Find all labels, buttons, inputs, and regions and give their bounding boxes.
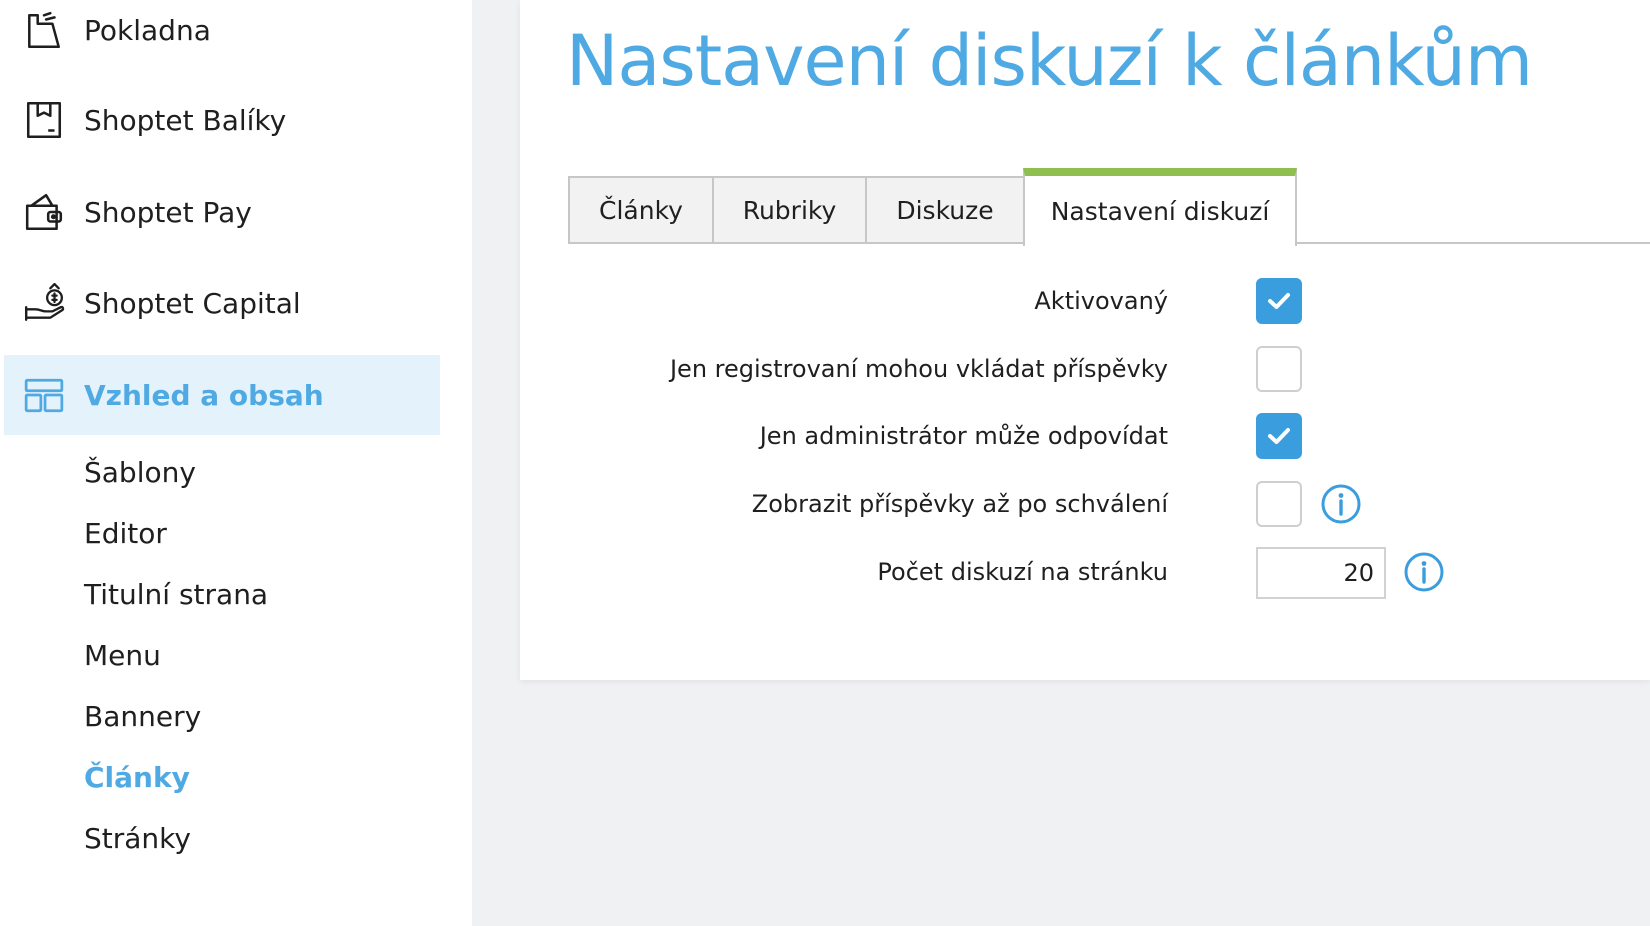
package-icon — [22, 98, 66, 142]
approval-required-checkbox[interactable] — [1256, 481, 1302, 527]
checkmark-icon — [1268, 428, 1290, 444]
sidebar-item-label: Vzhled a obsah — [84, 378, 324, 412]
sidebar-item-shoptet-capital[interactable]: Shoptet Capital — [4, 263, 440, 343]
sidebar-item-shoptet-pay[interactable]: Shoptet Pay — [4, 172, 440, 252]
sidebar-item-label: Pokladna — [84, 13, 211, 47]
sidebar-item-label: Shoptet Pay — [84, 195, 252, 229]
registered-only-checkbox[interactable] — [1256, 346, 1302, 392]
info-icon[interactable] — [1403, 551, 1445, 593]
checkmark-icon — [1268, 293, 1290, 309]
setting-row-aktivovany: Aktivovaný — [520, 278, 1650, 324]
setting-label: Aktivovaný — [1034, 287, 1168, 315]
setting-label: Zobrazit příspěvky až po schválení — [751, 490, 1168, 518]
sidebar-item-shoptet-baliky[interactable]: Shoptet Balíky — [4, 80, 440, 160]
sidebar-subitem-sablony[interactable]: Šablony — [84, 456, 196, 489]
tab-clanky[interactable]: Články — [568, 176, 714, 244]
setting-label: Počet diskuzí na stránku — [877, 558, 1168, 586]
tab-bar: Články Rubriky Diskuze Nastavení diskuzí — [568, 168, 1650, 246]
setting-row-zobrazit-po-schvaleni: Zobrazit příspěvky až po schválení — [520, 481, 1650, 527]
settings-panel: Nastavení diskuzí k článkům Články Rubri… — [520, 0, 1650, 680]
admin-only-reply-checkbox[interactable] — [1256, 413, 1302, 459]
tab-diskuze[interactable]: Diskuze — [865, 176, 1025, 244]
tab-rubriky[interactable]: Rubriky — [712, 176, 867, 244]
page-title: Nastavení diskuzí k článkům — [566, 20, 1533, 102]
activated-checkbox[interactable] — [1256, 278, 1302, 324]
sidebar-subitem-bannery[interactable]: Bannery — [84, 700, 201, 733]
sidebar-subitem-menu[interactable]: Menu — [84, 639, 161, 672]
tab-nastaveni-diskuzi[interactable]: Nastavení diskuzí — [1023, 168, 1297, 246]
cash-register-icon — [22, 8, 66, 52]
setting-label: Jen registrovaní mohou vkládat příspěvky — [669, 355, 1168, 383]
discussions-per-page-input[interactable] — [1256, 547, 1386, 599]
money-hand-icon — [22, 281, 66, 325]
sidebar-subitem-stranky[interactable]: Stránky — [84, 822, 191, 855]
setting-row-pocet-diskuzi: Počet diskuzí na stránku — [520, 547, 1650, 599]
sidebar-item-label: Shoptet Capital — [84, 286, 301, 320]
setting-row-jen-registrovani: Jen registrovaní mohou vkládat příspěvky — [520, 346, 1650, 392]
sidebar-subitem-titulni-strana[interactable]: Titulní strana — [84, 578, 268, 611]
sidebar-subitem-clanky[interactable]: Články — [84, 761, 190, 794]
sidebar-subitem-editor[interactable]: Editor — [84, 517, 167, 550]
sidebar-item-label: Shoptet Balíky — [84, 103, 287, 137]
sidebar-item-vzhled-a-obsah[interactable]: Vzhled a obsah — [4, 355, 440, 435]
info-icon[interactable] — [1320, 483, 1362, 525]
wallet-icon — [22, 190, 66, 234]
setting-label: Jen administrátor může odpovídat — [759, 422, 1168, 450]
sidebar-item-pokladna[interactable]: Pokladna — [4, 0, 440, 70]
layout-icon — [22, 373, 66, 417]
sidebar: Pokladna Shoptet Balíky Shoptet Pay Shop… — [0, 0, 472, 926]
setting-row-jen-administrator: Jen administrátor může odpovídat — [520, 413, 1650, 459]
